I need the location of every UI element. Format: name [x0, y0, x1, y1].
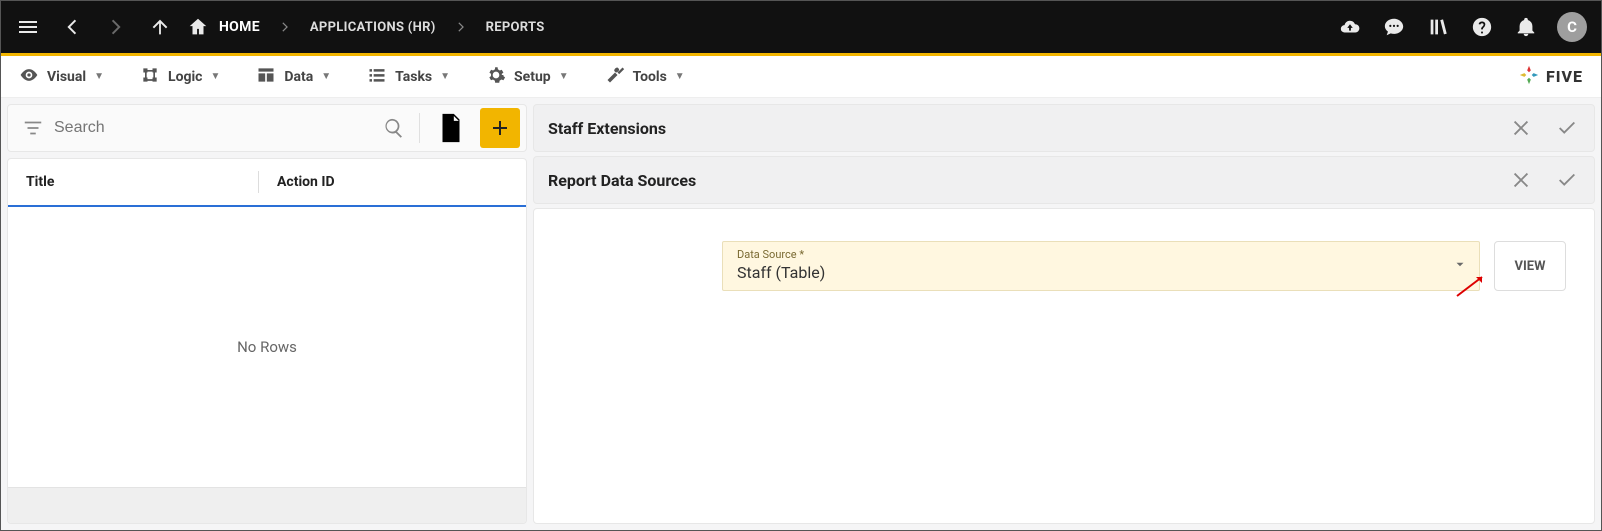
check-icon[interactable]	[1554, 167, 1580, 193]
chevron-right-icon	[278, 20, 292, 34]
up-icon[interactable]	[147, 14, 173, 40]
caret-down-icon: ▼	[440, 71, 450, 82]
table-footer	[8, 487, 526, 523]
menu-tasks-label: Tasks	[395, 69, 432, 85]
panel-title: Report Data Sources	[548, 171, 696, 190]
document-icon[interactable]	[434, 111, 468, 145]
search-icon[interactable]	[383, 117, 405, 139]
panel-report-data-sources: Report Data Sources	[533, 156, 1595, 204]
menu-setup-label: Setup	[514, 69, 551, 85]
chat-icon[interactable]	[1381, 14, 1407, 40]
gear-icon	[486, 65, 506, 89]
brand-label: FIVE	[1546, 67, 1583, 86]
caret-down-icon: ▼	[94, 71, 104, 82]
tasks-icon	[367, 65, 387, 89]
list-pane: Title Action ID No Rows	[7, 158, 527, 524]
brand-logo-icon	[1518, 64, 1540, 90]
flow-icon	[140, 65, 160, 89]
view-button-label: VIEW	[1515, 259, 1546, 274]
menu-data[interactable]: Data ▼	[256, 65, 331, 89]
panel-title: Staff Extensions	[548, 119, 666, 138]
filter-icon[interactable]	[22, 117, 44, 139]
avatar[interactable]: C	[1557, 12, 1587, 42]
data-source-select[interactable]: Data Source * Staff (Table)	[722, 241, 1480, 291]
table-header: Title Action ID	[8, 159, 526, 207]
column-action-id[interactable]: Action ID	[259, 174, 526, 190]
view-button[interactable]: VIEW	[1494, 241, 1566, 291]
cloud-icon[interactable]	[1337, 14, 1363, 40]
eye-icon	[19, 65, 39, 89]
breadcrumb-home[interactable]: HOME	[185, 14, 260, 40]
library-icon[interactable]	[1425, 14, 1451, 40]
forward-icon	[103, 14, 129, 40]
check-icon[interactable]	[1554, 115, 1580, 141]
home-icon	[185, 14, 211, 40]
menu-logic-label: Logic	[168, 69, 202, 85]
search-input[interactable]	[52, 118, 375, 138]
search-row	[7, 104, 527, 152]
menu-tools-label: Tools	[633, 69, 667, 85]
bell-icon[interactable]	[1513, 14, 1539, 40]
data-source-value: Staff (Table)	[737, 263, 1465, 282]
caret-down-icon: ▼	[675, 71, 685, 82]
menu-visual-label: Visual	[47, 69, 86, 85]
menu-logic[interactable]: Logic ▼	[140, 65, 220, 89]
panel-staff-extensions: Staff Extensions	[533, 104, 1595, 152]
divider	[419, 113, 420, 143]
close-icon[interactable]	[1508, 115, 1534, 141]
table-icon	[256, 65, 276, 89]
menu-data-label: Data	[284, 69, 313, 85]
menu-tasks[interactable]: Tasks ▼	[367, 65, 450, 89]
caret-down-icon: ▼	[559, 71, 569, 82]
caret-down-icon: ▼	[321, 71, 331, 82]
tools-icon	[605, 65, 625, 89]
empty-state: No Rows	[8, 207, 526, 487]
chevron-right-icon	[454, 20, 468, 34]
brand: FIVE	[1518, 64, 1583, 90]
add-button[interactable]	[480, 108, 520, 148]
panel-body: Data Source * Staff (Table) VIEW	[533, 208, 1595, 524]
breadcrumb-applications[interactable]: APPLICATIONS (HR)	[310, 20, 436, 35]
avatar-initial: C	[1567, 18, 1577, 36]
help-icon[interactable]	[1469, 14, 1495, 40]
column-title[interactable]: Title	[8, 174, 258, 190]
back-icon[interactable]	[59, 14, 85, 40]
breadcrumb-home-label: HOME	[219, 19, 260, 35]
data-source-label: Data Source *	[737, 248, 1465, 261]
menu-icon[interactable]	[15, 14, 41, 40]
menu-visual[interactable]: Visual ▼	[19, 65, 104, 89]
breadcrumb-reports[interactable]: REPORTS	[486, 20, 545, 35]
caret-down-icon: ▼	[210, 71, 220, 82]
chevron-down-icon	[1453, 257, 1467, 276]
menu-setup[interactable]: Setup ▼	[486, 65, 569, 89]
menu-tools[interactable]: Tools ▼	[605, 65, 685, 89]
close-icon[interactable]	[1508, 167, 1534, 193]
